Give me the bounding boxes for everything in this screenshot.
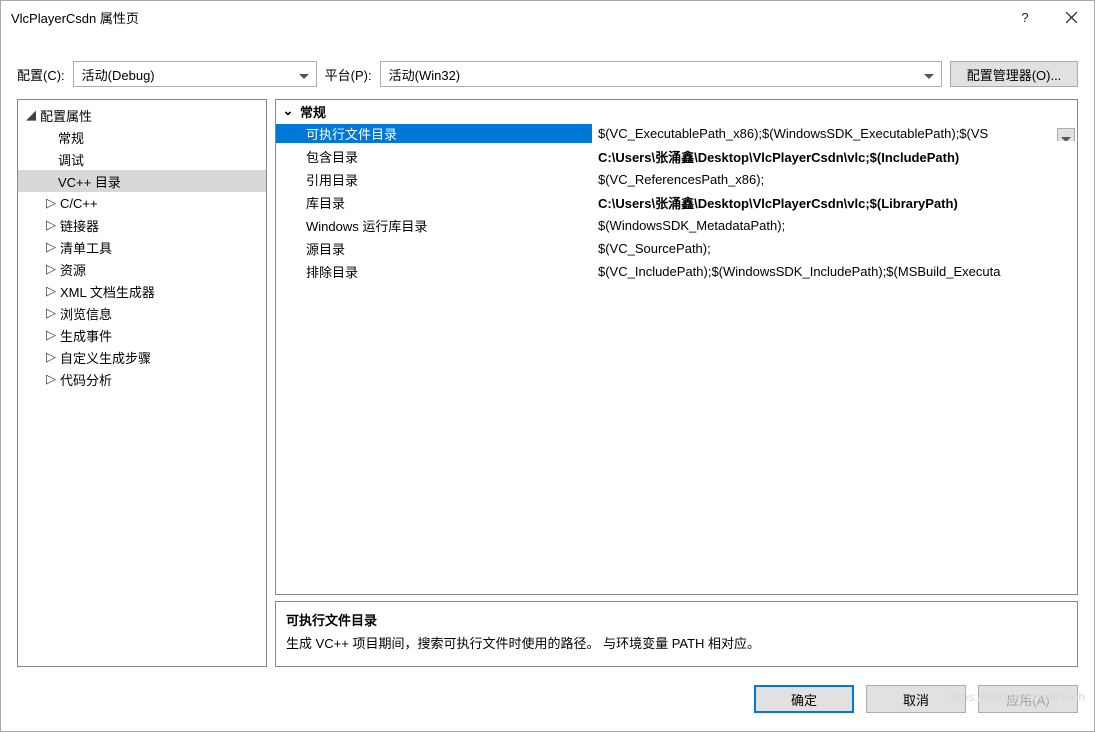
tree-item-label: 调试 [58,150,84,169]
tree-item-label: 代码分析 [60,370,112,389]
property-value[interactable]: $(WindowsSDK_MetadataPath); [592,218,1077,233]
dialog-window: VlcPlayerCsdn 属性页 ? 配置(C): 活动(Debug) 平台(… [0,0,1095,732]
tree-item-label: 自定义生成步骤 [60,348,151,367]
property-key: 包含目录 [276,147,592,166]
config-dropdown[interactable]: 活动(Debug) [73,61,317,87]
property-key: Windows 运行库目录 [276,216,592,235]
close-button[interactable] [1048,1,1094,33]
property-key: 可执行文件目录 [276,124,592,143]
expander-icon: ▷ [44,195,58,211]
expander-icon: ▷ [44,261,58,277]
platform-value: 活动(Win32) [389,65,461,84]
property-key: 库目录 [276,193,592,212]
tree-item[interactable]: ▷清单工具 [18,236,266,258]
chevron-down-icon [296,66,312,82]
right-column: ⌄ 常规 可执行文件目录$(VC_ExecutablePath_x86);$(W… [275,99,1078,667]
tree-item-label: 常规 [58,128,84,147]
apply-button: 应用(A) [978,685,1078,713]
tree-item-label: 链接器 [60,216,99,235]
property-row[interactable]: 排除目录$(VC_IncludePath);$(WindowsSDK_Inclu… [276,260,1077,283]
tree-item[interactable]: ▷代码分析 [18,368,266,390]
property-value[interactable]: C:\Users\张涌鑫\Desktop\VlcPlayerCsdn\vlc;$… [592,193,1077,212]
close-icon [1066,12,1077,23]
tree-item-label: 清单工具 [60,238,112,257]
ok-button[interactable]: 确定 [754,685,854,713]
tree-item-label: 资源 [60,260,86,279]
tree-item[interactable]: ▷C/C++ [18,192,266,214]
tree-item-label: 浏览信息 [60,304,112,323]
expander-icon: ▷ [44,327,58,343]
tree-item-label: C/C++ [60,196,98,211]
window-title: VlcPlayerCsdn 属性页 [11,8,1002,27]
description-body: 生成 VC++ 项目期间，搜索可执行文件时使用的路径。 与环境变量 PATH 相… [286,633,1067,652]
tree-item[interactable]: 调试 [18,148,266,170]
config-manager-button[interactable]: 配置管理器(O)... [950,61,1078,87]
tree-item[interactable]: ▷链接器 [18,214,266,236]
tree-item[interactable]: 常规 [18,126,266,148]
tree-item-label: VC++ 目录 [58,172,121,191]
group-label: 常规 [300,102,326,121]
description-panel: 可执行文件目录 生成 VC++ 项目期间，搜索可执行文件时使用的路径。 与环境变… [275,601,1078,667]
expander-icon: ▷ [44,283,58,299]
tree-root-label: 配置属性 [40,106,92,125]
property-row[interactable]: 包含目录C:\Users\张涌鑫\Desktop\VlcPlayerCsdn\v… [276,145,1077,168]
nav-tree[interactable]: ◢ 配置属性 常规调试VC++ 目录▷C/C++▷链接器▷清单工具▷资源▷XML… [17,99,267,667]
property-value[interactable]: $(VC_ReferencesPath_x86); [592,172,1077,187]
grid-body: 可执行文件目录$(VC_ExecutablePath_x86);$(Window… [276,122,1077,594]
platform-label: 平台(P): [325,65,372,84]
tree-item-label: 生成事件 [60,326,112,345]
tree-item[interactable]: VC++ 目录 [18,170,266,192]
chevron-down-icon [1061,130,1071,142]
platform-dropdown[interactable]: 活动(Win32) [380,61,942,87]
property-value[interactable]: $(VC_ExecutablePath_x86);$(WindowsSDK_Ex… [592,126,1077,141]
property-row[interactable]: 源目录$(VC_SourcePath); [276,237,1077,260]
tree-item-label: XML 文档生成器 [60,282,155,301]
config-toolbar: 配置(C): 活动(Debug) 平台(P): 活动(Win32) 配置管理器(… [1,33,1094,99]
expander-icon: ◢ [24,107,38,123]
expander-icon: ▷ [44,305,58,321]
collapse-icon: ⌄ [276,103,300,119]
group-header[interactable]: ⌄ 常规 [276,100,1077,122]
cancel-button[interactable]: 取消 [866,685,966,713]
chevron-down-icon [921,66,937,82]
property-value[interactable]: $(VC_SourcePath); [592,241,1077,256]
expander-icon: ▷ [44,371,58,387]
middle-area: ◢ 配置属性 常规调试VC++ 目录▷C/C++▷链接器▷清单工具▷资源▷XML… [1,99,1094,667]
property-row[interactable]: 库目录C:\Users\张涌鑫\Desktop\VlcPlayerCsdn\vl… [276,191,1077,214]
tree-item[interactable]: ▷浏览信息 [18,302,266,324]
help-button[interactable]: ? [1002,1,1048,33]
tree-root[interactable]: ◢ 配置属性 [18,104,266,126]
property-key: 排除目录 [276,262,592,281]
property-value[interactable]: $(VC_IncludePath);$(WindowsSDK_IncludePa… [592,264,1077,279]
property-row[interactable]: 可执行文件目录$(VC_ExecutablePath_x86);$(Window… [276,122,1077,145]
value-dropdown-button[interactable] [1057,128,1075,141]
property-key: 引用目录 [276,170,592,189]
tree-item[interactable]: ▷生成事件 [18,324,266,346]
expander-icon: ▷ [44,239,58,255]
property-grid: ⌄ 常规 可执行文件目录$(VC_ExecutablePath_x86);$(W… [275,99,1078,595]
property-row[interactable]: Windows 运行库目录$(WindowsSDK_MetadataPath); [276,214,1077,237]
button-row: 确定 取消 应用(A) [1,667,1094,731]
config-value: 活动(Debug) [82,65,155,84]
property-row[interactable]: 引用目录$(VC_ReferencesPath_x86); [276,168,1077,191]
config-label: 配置(C): [17,65,65,84]
expander-icon: ▷ [44,349,58,365]
property-value[interactable]: C:\Users\张涌鑫\Desktop\VlcPlayerCsdn\vlc;$… [592,147,1077,166]
tree-item[interactable]: ▷资源 [18,258,266,280]
description-title: 可执行文件目录 [286,610,1067,629]
tree-item[interactable]: ▷自定义生成步骤 [18,346,266,368]
tree-item[interactable]: ▷XML 文档生成器 [18,280,266,302]
titlebar: VlcPlayerCsdn 属性页 ? [1,1,1094,33]
property-key: 源目录 [276,239,592,258]
expander-icon: ▷ [44,217,58,233]
